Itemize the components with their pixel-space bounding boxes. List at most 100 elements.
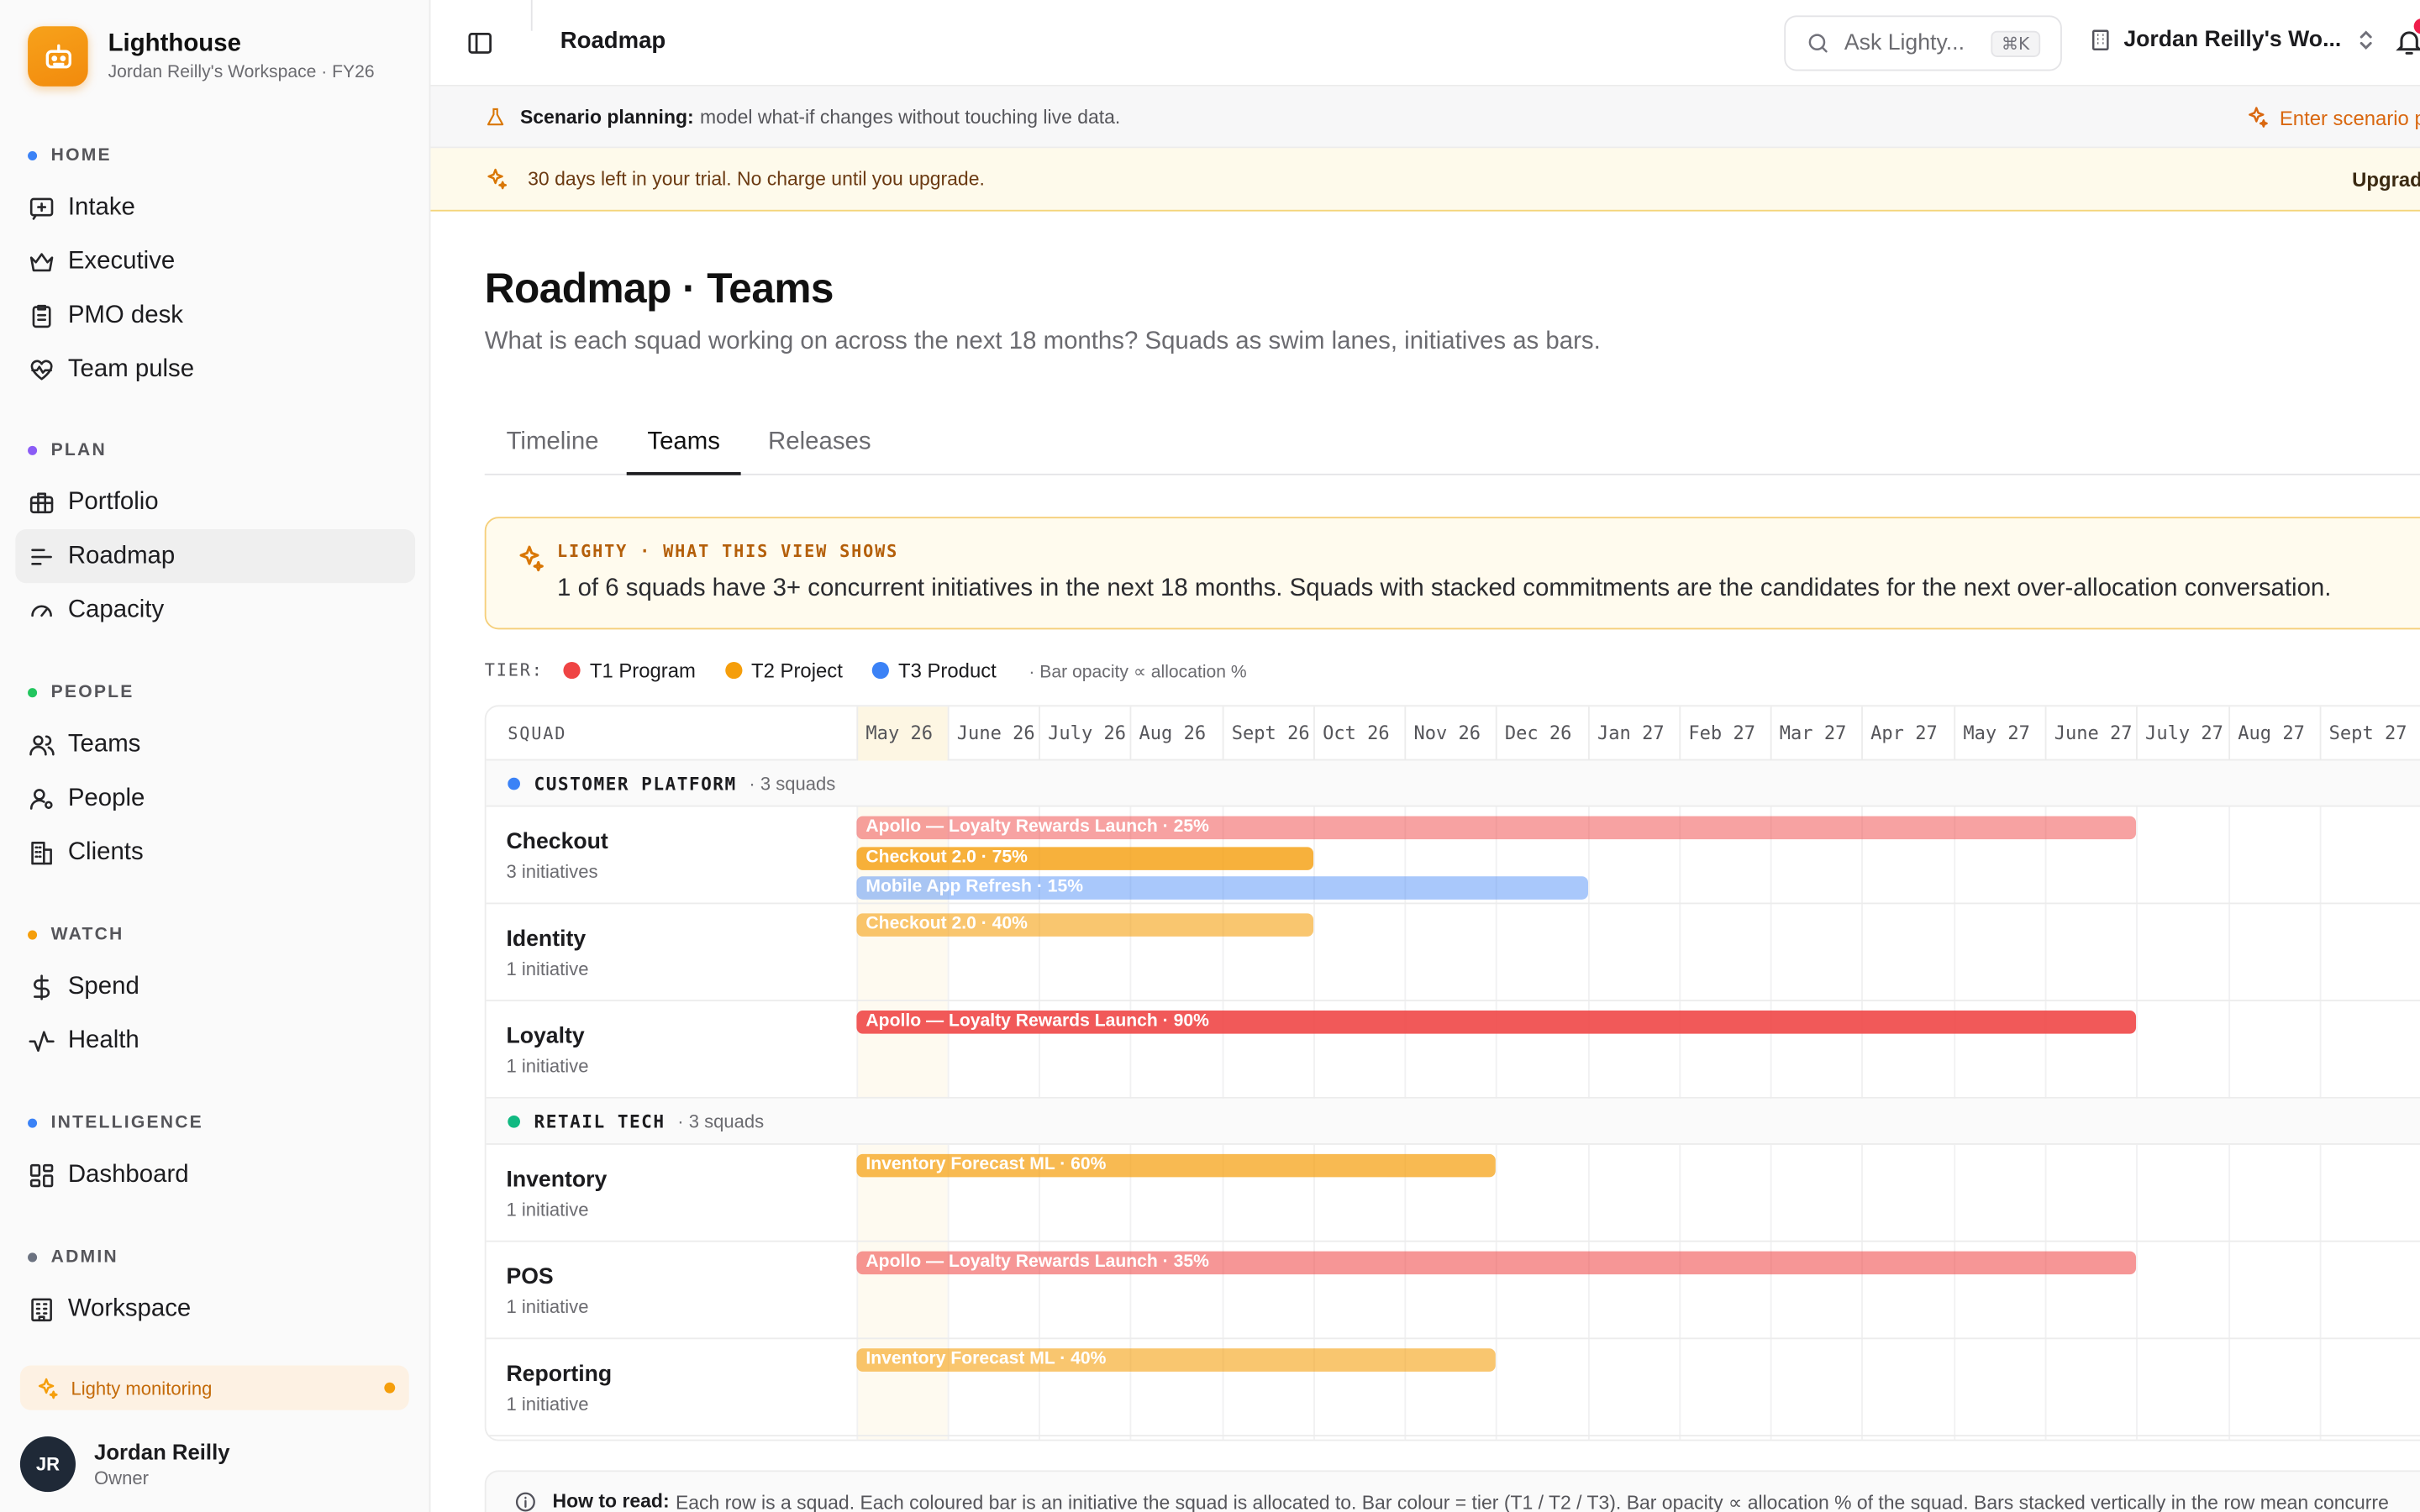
- legend-t1-label: T1 Program: [589, 659, 696, 682]
- legend-item-t1: T1 Program: [563, 659, 696, 682]
- sidebar-item-clients[interactable]: Clients: [15, 826, 415, 879]
- legend-label: TIER:: [484, 660, 544, 681]
- how-to-read-note: How to read: Each row is a squad. Each c…: [484, 1470, 2420, 1512]
- sidebar-item-executive[interactable]: Executive: [15, 234, 415, 288]
- sidebar-item-label: Teams: [67, 730, 141, 757]
- initiative-bar[interactable]: Apollo — Loyalty Rewards Launch · 35%: [856, 1251, 2137, 1275]
- sidebar-item-teams[interactable]: Teams: [15, 717, 415, 771]
- nav-group-plan: PLAN Portfolio Roadmap Capacity: [0, 438, 430, 638]
- squad-row: Checkout 3 initiatives Apollo — Loyalty Re…: [486, 807, 2420, 905]
- sidebar-item-intake[interactable]: Intake: [15, 181, 415, 234]
- initiative-bar[interactable]: Apollo — Loyalty Rewards Launch · 90%: [856, 1011, 2137, 1034]
- enter-scenario-label: Enter scenario p: [2279, 105, 2420, 129]
- group-count: · 3 squads: [749, 772, 836, 795]
- brand[interactable]: Lighthouse Jordan Reilly's Workspace · F…: [28, 26, 375, 87]
- sidebar-item-people[interactable]: People: [15, 771, 415, 825]
- t1-dot: [563, 661, 581, 680]
- group-name: CUSTOMER PLATFORM: [534, 772, 737, 795]
- enter-scenario-button[interactable]: Enter scenario p: [2244, 105, 2420, 129]
- squad-row: Identity 1 initiative Checkout 2.0 · 40%: [486, 904, 2420, 1002]
- squad-row: POS 1 initiative Apollo — Loyalty Rewards …: [486, 1242, 2420, 1340]
- sidebar-item-label: Intake: [67, 193, 135, 220]
- sidebar-item-label: Clients: [67, 838, 144, 865]
- tab-releases[interactable]: Releases: [756, 413, 883, 475]
- sidebar-item-label: PMO desk: [67, 302, 183, 328]
- workspace-switcher[interactable]: Jordan Reilly's Wo...: [2088, 28, 2386, 52]
- sidebar-item-label: People: [67, 784, 145, 811]
- sidebar-item-label: Team pulse: [67, 355, 195, 382]
- nav-group-label: ADMIN: [0, 1245, 430, 1269]
- month-header: Aug 26: [1129, 706, 1222, 761]
- month-header: July 27: [2136, 706, 2228, 761]
- nav-group-title: INTELLIGENCE: [50, 1114, 203, 1133]
- initiative-bar[interactable]: Checkout 2.0 · 75%: [856, 846, 1314, 870]
- sidebar-item-health[interactable]: Health: [15, 1014, 415, 1068]
- dollar-icon: [34, 974, 50, 1000]
- sidebar-item-label: Health: [67, 1026, 139, 1053]
- user-name: Jordan Reilly: [94, 1439, 230, 1465]
- ask-lighty-search[interactable]: Ask Lighty... ⌘K: [1784, 15, 2062, 71]
- shortcut-badge: ⌘K: [1990, 30, 2041, 57]
- nav-group-label: INTELLIGENCE: [0, 1110, 430, 1135]
- nav-group-label: HOME: [0, 144, 430, 168]
- initiative-bar[interactable]: Inventory Forecast ML · 40%: [856, 1348, 1496, 1372]
- month-header: Feb 27: [1679, 706, 1770, 761]
- upgrade-link[interactable]: Upgrad: [2352, 168, 2420, 192]
- squad-name[interactable]: Checkout: [506, 830, 608, 854]
- tab-teams[interactable]: Teams: [626, 413, 741, 475]
- app-root: Lighthouse Jordan Reilly's Workspace · F…: [0, 0, 2420, 1512]
- building-icon: [31, 841, 52, 864]
- squad-initiative-count: 1 initiative: [506, 958, 589, 980]
- initiative-bar[interactable]: Inventory Forecast ML · 60%: [856, 1153, 1496, 1178]
- month-header: Nov 26: [1404, 706, 1495, 761]
- brand-name: Lighthouse: [108, 30, 241, 57]
- squad-group-row[interactable]: RETAIL TECH · 3 squads: [486, 1098, 2420, 1145]
- group-count: · 3 squads: [677, 1110, 765, 1132]
- nav-group-watch: WATCH Spend Health: [0, 922, 430, 1068]
- sidebar-item-roadmap[interactable]: Roadmap: [15, 529, 416, 584]
- sidebar-item-portfolio[interactable]: Portfolio: [15, 475, 415, 529]
- squad-name[interactable]: Reporting: [506, 1362, 612, 1387]
- sidebar-item-workspace[interactable]: Workspace: [15, 1282, 415, 1336]
- building-icon: [2092, 29, 2109, 51]
- initiative-bar[interactable]: Apollo — Loyalty Rewards Launch · 25%: [856, 816, 2137, 840]
- t2-dot: [724, 661, 743, 680]
- sidebar-item-spend[interactable]: Spend: [15, 959, 415, 1013]
- squad-name[interactable]: POS: [506, 1265, 553, 1289]
- initiative-bar[interactable]: Mobile App Refresh · 15%: [856, 876, 1589, 900]
- lighty-monitoring-badge[interactable]: Lighty monitoring: [19, 1365, 409, 1410]
- workspace-name: Jordan Reilly's Wo...: [2123, 28, 2342, 53]
- nav-group-title: PLAN: [50, 441, 107, 460]
- tier-legend: TIER: T1 Program T2 Project T3 Product ·…: [485, 659, 1247, 682]
- sidebar-item-pmo-desk[interactable]: PMO desk: [15, 288, 415, 342]
- breadcrumb: Roadmap: [560, 28, 666, 55]
- nav-group-home: HOME Intake Executive PMO desk Team pulse: [0, 144, 430, 396]
- sidebar-item-capacity[interactable]: Capacity: [15, 583, 415, 637]
- scenario-banner: Scenario planning: model what-if changes…: [430, 86, 2420, 149]
- tab-timeline[interactable]: Timeline: [485, 413, 621, 475]
- user-profile[interactable]: JR Jordan Reilly Owner: [19, 1436, 230, 1493]
- sidebar-item-dashboard[interactable]: Dashboard: [15, 1148, 415, 1202]
- squad-name[interactable]: Identity: [506, 927, 586, 952]
- monitoring-status-dot: [384, 1382, 396, 1394]
- nav-group-label: PEOPLE: [0, 680, 430, 705]
- squad-name[interactable]: Loyalty: [506, 1025, 584, 1049]
- sidebar-toggle-icon[interactable]: [466, 29, 494, 65]
- squad-row: Inventory 1 initiative Inventory Forecast …: [486, 1145, 2420, 1242]
- dashboard-grid-icon: [29, 1163, 54, 1187]
- initiative-bar[interactable]: Checkout 2.0 · 40%: [856, 913, 1314, 937]
- squad-group-row[interactable]: CUSTOMER PLATFORM · 3 squads: [486, 760, 2420, 807]
- user-cog-icon: [29, 788, 53, 809]
- roadmap-grid: SQUAD May 26 June 26 July 26 Aug 26 Sept 26 O…: [484, 705, 2420, 1441]
- month-header: Apr 27: [1861, 706, 1954, 761]
- group-dot: [28, 1118, 38, 1128]
- squad-name[interactable]: Inventory: [506, 1168, 607, 1192]
- month-header: Sept 26: [1222, 706, 1313, 761]
- lighty-insight-callout: LIGHTY · WHAT THIS VIEW SHOWS 1 of 6 squ…: [484, 517, 2420, 630]
- legend-note: · Bar opacity ∝ allocation %: [1028, 662, 1247, 681]
- briefcase-icon: [29, 491, 54, 513]
- sidebar-item-label: Roadmap: [67, 542, 176, 569]
- howto-title: How to read:: [552, 1490, 670, 1512]
- nav-group-people: PEOPLE Teams People Clients: [0, 680, 430, 879]
- sidebar-item-team-pulse[interactable]: Team pulse: [15, 343, 415, 396]
